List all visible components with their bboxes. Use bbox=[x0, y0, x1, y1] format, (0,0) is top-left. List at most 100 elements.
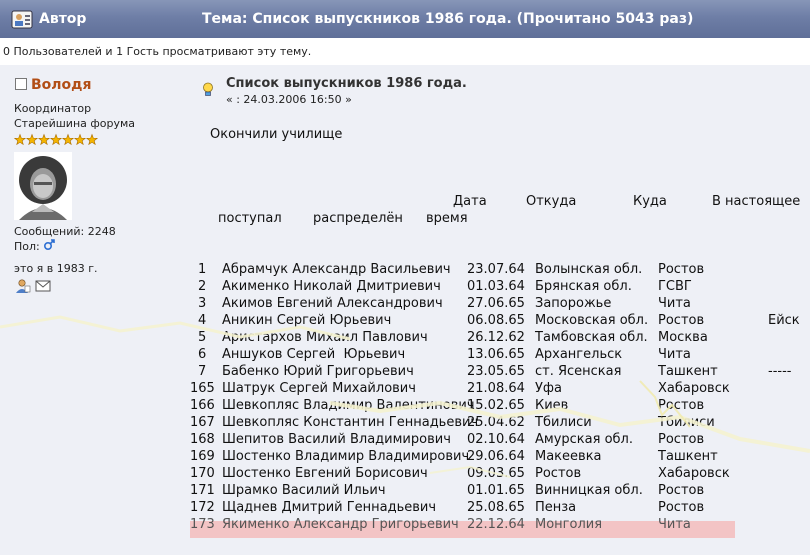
cell-to: Хабаровск bbox=[658, 381, 730, 396]
cell-date: 22.12.64 bbox=[467, 517, 525, 532]
cell-date: 01.03.64 bbox=[467, 279, 525, 294]
cell-name: Шатрук Сергей Михайлович bbox=[222, 381, 416, 396]
col-header-to: Куда bbox=[633, 194, 667, 209]
list-item: 168 Шепитов Василий Владимирович 02.10.64 А… bbox=[190, 432, 810, 449]
list-item: 1 Абрамчук Александр Васильевич 23.07.64 Во… bbox=[190, 262, 810, 279]
cell-to: Москва bbox=[658, 330, 708, 345]
cell-from: Амурская обл. bbox=[535, 432, 633, 447]
star-icon bbox=[49, 133, 63, 146]
post-title[interactable]: Список выпускников 1986 года. bbox=[226, 76, 467, 91]
cell-date: 15.02.65 bbox=[467, 398, 525, 413]
cell-n: 2 bbox=[198, 279, 207, 294]
cell-name: Акименко Николай Дмитриевич bbox=[222, 279, 441, 294]
cell-from: Брянская обл. bbox=[535, 279, 632, 294]
cell-to: Ростов bbox=[658, 500, 705, 515]
cell-from: Ростов bbox=[535, 466, 582, 481]
viewers-text: 0 Пользователей и 1 Гость просматривают … bbox=[0, 38, 810, 62]
col-header-from: Откуда bbox=[526, 194, 577, 209]
author-rank: Старейшина форума bbox=[14, 117, 136, 130]
cell-to: Ростов bbox=[658, 313, 705, 328]
cell-name: Бабенко Юрий Григорьевич bbox=[222, 364, 414, 379]
cell-date: 27.06.65 bbox=[467, 296, 525, 311]
male-gender-icon bbox=[44, 239, 56, 251]
star-icon bbox=[37, 133, 51, 146]
gender-row: Пол: bbox=[14, 239, 56, 253]
cell-date: 13.06.65 bbox=[467, 347, 525, 362]
cell-n: 1 bbox=[198, 262, 207, 277]
post-content: Список выпускников 1986 года. « : 24.03.… bbox=[190, 65, 810, 555]
col-header-assigned: распределён bbox=[313, 211, 403, 226]
cell-n: 172 bbox=[190, 500, 215, 515]
list-item: 173 Якименко Александр Григорьевич 22.12.6… bbox=[190, 517, 810, 534]
cell-n: 171 bbox=[190, 483, 215, 498]
author-name[interactable]: Володя bbox=[31, 77, 91, 93]
cell-date: 26.12.62 bbox=[467, 330, 525, 345]
list-item: 165 Шатрук Сергей Михайлович 21.08.64 Уфа Ха… bbox=[190, 381, 810, 398]
list-item: 2 Акименко Николай Дмитриевич 01.03.64 Брян… bbox=[190, 279, 810, 296]
star-icon bbox=[85, 133, 99, 146]
cell-from: Макеевка bbox=[535, 449, 602, 464]
cell-name: Якименко Александр Григорьевич bbox=[222, 517, 459, 532]
cell-n: 169 bbox=[190, 449, 215, 464]
cell-date: 25.08.65 bbox=[467, 500, 525, 515]
email-icon[interactable] bbox=[35, 279, 51, 293]
cell-to: Ростов bbox=[658, 483, 705, 498]
cell-name: Щаднев Дмитрий Геннадьевич bbox=[222, 500, 437, 515]
rank-stars bbox=[14, 133, 99, 146]
list-item: 167 Шевкопляс Константин Геннадьевич 25.04… bbox=[190, 415, 810, 432]
col-header-time: время bbox=[426, 211, 468, 226]
cell-from: Тбилиси bbox=[535, 415, 592, 430]
cell-n: 6 bbox=[198, 347, 207, 362]
profile-icon[interactable] bbox=[15, 278, 31, 294]
cell-to: Чита bbox=[658, 347, 691, 362]
cell-n: 173 bbox=[190, 517, 215, 532]
post-intro: Окончили училище bbox=[210, 127, 343, 142]
author-avatar-icon bbox=[11, 10, 33, 29]
gender-label: Пол: bbox=[14, 240, 40, 253]
cell-to: Хабаровск bbox=[658, 466, 730, 481]
cell-date: 23.05.65 bbox=[467, 364, 525, 379]
col-header-entered: поступал bbox=[218, 211, 282, 226]
cell-date: 02.10.64 bbox=[467, 432, 525, 447]
cell-name: Шостенко Евгений Борисович bbox=[222, 466, 428, 481]
cell-now: ----- bbox=[768, 364, 792, 379]
cell-to: Чита bbox=[658, 517, 691, 532]
list-item: 7 Бабенко Юрий Григорьевич 23.05.65 ст. Ясе… bbox=[190, 364, 810, 381]
post: Володя Координатор Старейшина форума Соо… bbox=[0, 65, 810, 555]
star-icon bbox=[61, 133, 75, 146]
author-sidebar: Володя Координатор Старейшина форума Соо… bbox=[0, 65, 190, 555]
cell-n: 7 bbox=[198, 364, 207, 379]
col-header-date: Дата bbox=[453, 194, 487, 209]
cell-now: Ейск bbox=[768, 313, 800, 328]
cell-n: 166 bbox=[190, 398, 215, 413]
star-icon bbox=[14, 133, 27, 146]
cell-from: Уфа bbox=[535, 381, 563, 396]
cell-name: Шостенко Владимир Владимирович bbox=[222, 449, 470, 464]
cell-n: 167 bbox=[190, 415, 215, 430]
cell-n: 4 bbox=[198, 313, 207, 328]
cell-date: 01.01.65 bbox=[467, 483, 525, 498]
cell-to: Ростов bbox=[658, 398, 705, 413]
cell-date: 21.08.64 bbox=[467, 381, 525, 396]
list-item: 172 Щаднев Дмитрий Геннадьевич 25.08.65 Пен… bbox=[190, 500, 810, 517]
cell-from: Тамбовская обл. bbox=[535, 330, 648, 345]
col-header-now: В настоящее bbox=[712, 194, 801, 209]
checkbox-icon[interactable] bbox=[15, 78, 27, 90]
cell-from: Московская обл. bbox=[535, 313, 649, 328]
list-item: 3 Акимов Евгений Александрович 27.06.65 Зап… bbox=[190, 296, 810, 313]
avatar-caption: это я в 1983 г. bbox=[14, 262, 98, 275]
message-count: Сообщений: 2248 bbox=[14, 225, 116, 238]
cell-n: 165 bbox=[190, 381, 215, 396]
cell-date: 06.08.65 bbox=[467, 313, 525, 328]
cell-from: Волынская обл. bbox=[535, 262, 643, 277]
avatar bbox=[14, 152, 72, 220]
author-column-label: Автор bbox=[39, 11, 87, 27]
list-item: 5 Аристархов Михаил Павлович 26.12.62 Тамбо… bbox=[190, 330, 810, 347]
cell-to: Ташкент bbox=[658, 449, 718, 464]
cell-name: Шрамко Василий Ильич bbox=[222, 483, 386, 498]
cell-name: Акимов Евгений Александрович bbox=[222, 296, 443, 311]
list-item: 166 Шевкопляс Владимир Валентинович 15.02.… bbox=[190, 398, 810, 415]
cell-date: 29.06.64 bbox=[467, 449, 525, 464]
cell-date: 25.04.62 bbox=[467, 415, 525, 430]
cell-n: 3 bbox=[198, 296, 207, 311]
